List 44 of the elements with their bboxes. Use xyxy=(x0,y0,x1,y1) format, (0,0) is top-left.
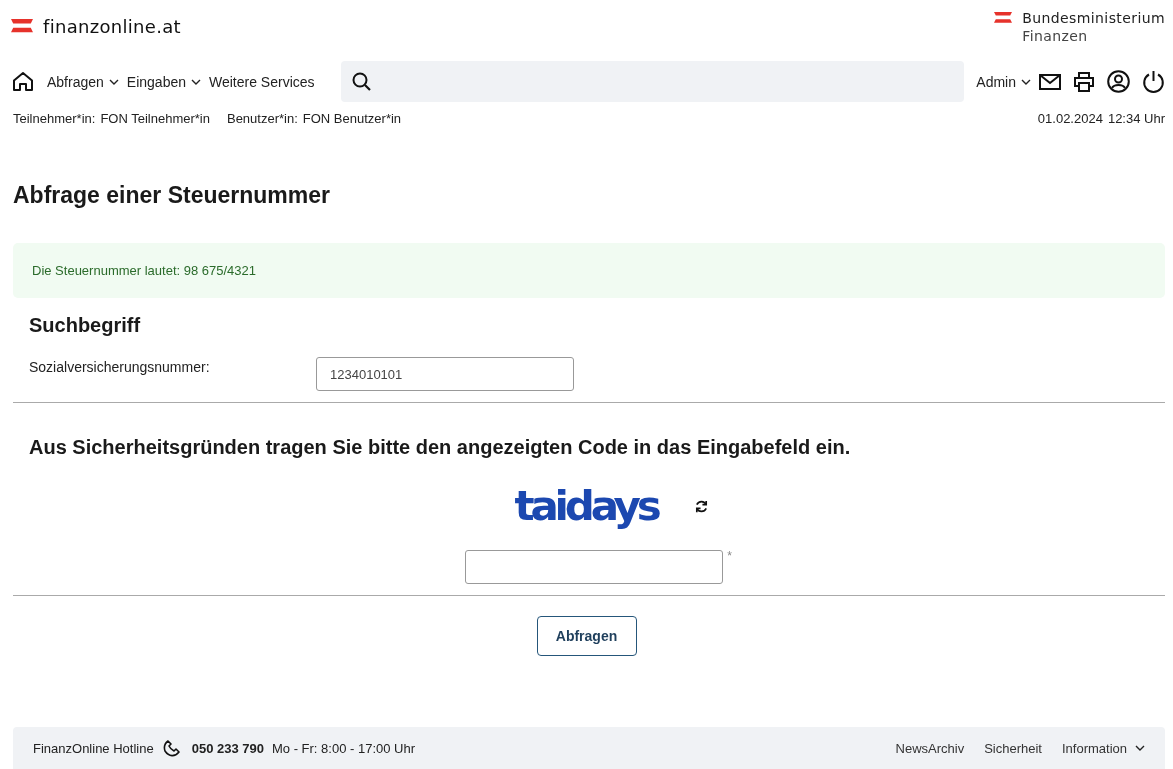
page-title: Abfrage einer Steuernummer xyxy=(13,181,331,210)
chevron-down-icon xyxy=(1135,745,1145,751)
home-icon[interactable] xyxy=(12,71,34,92)
ministry-name: Finanzen xyxy=(1022,27,1089,45)
input-field[interactable]: 1234010101 xyxy=(316,357,574,391)
refresh-icon[interactable] xyxy=(694,498,710,514)
search-field[interactable] xyxy=(340,61,965,102)
captcha-instruction: Aus Sicherheitsgründen tragen Sie bitte den angezeigten Code in das Eingabefeld ein. xyxy=(29,435,852,459)
captcha-input[interactable] xyxy=(465,550,724,584)
captcha-image: taidays xyxy=(514,483,658,529)
date-text: 01.02.2024 xyxy=(1037,111,1103,126)
hotline-label: FinanzOnline Hotline xyxy=(33,740,154,756)
section-heading: Suchbegriff xyxy=(29,313,142,337)
user-icon[interactable] xyxy=(1107,70,1130,93)
field-label: Sozialversicherungsnummer: xyxy=(29,359,211,375)
chevron-down-icon xyxy=(1021,78,1031,85)
nav-menu-item[interactable]: Abfragen xyxy=(47,73,119,90)
submit-button[interactable]: Abfragen xyxy=(536,616,637,656)
user-menu[interactable]: Admin xyxy=(976,73,1031,90)
chevron-down-icon xyxy=(191,78,201,85)
nav-menu-item[interactable]: Eingaben xyxy=(126,73,201,90)
phone-icon xyxy=(161,738,182,758)
footer-link[interactable]: Information xyxy=(1061,740,1145,756)
session-value: FON Teilnehmer*in xyxy=(100,111,210,126)
session-label: Benutzer*in: xyxy=(226,111,298,126)
chevron-down-icon xyxy=(108,78,119,85)
nav-menu-item[interactable]: Weitere Services xyxy=(209,73,315,90)
mail-icon[interactable] xyxy=(1039,73,1061,90)
footer-link[interactable]: Sicherheit xyxy=(984,740,1042,756)
time-text: 12:34 Uhr xyxy=(1107,111,1165,126)
session-label: Teilnehmer*in: xyxy=(13,111,96,126)
session-value: FON Benutzer*in xyxy=(302,111,402,126)
footer-link[interactable]: NewsArchiv xyxy=(895,740,965,756)
phone-number: 050 233 790 xyxy=(191,740,264,756)
flag-icon xyxy=(11,19,33,33)
flag-icon xyxy=(994,12,1013,23)
print-icon[interactable] xyxy=(1073,70,1095,93)
power-icon[interactable] xyxy=(1142,69,1165,94)
required-mark: * xyxy=(727,550,732,565)
alert-message: Die Steuernummer lautet: 98 675/4321 xyxy=(32,263,257,278)
site-logo[interactable]: finanzonline.at xyxy=(43,15,181,37)
hotline-hours: Mo - Fr: 8:00 - 17:00 Uhr xyxy=(272,740,416,756)
ministry-name: Bundesministerium xyxy=(1022,9,1165,27)
search-icon xyxy=(351,71,372,92)
